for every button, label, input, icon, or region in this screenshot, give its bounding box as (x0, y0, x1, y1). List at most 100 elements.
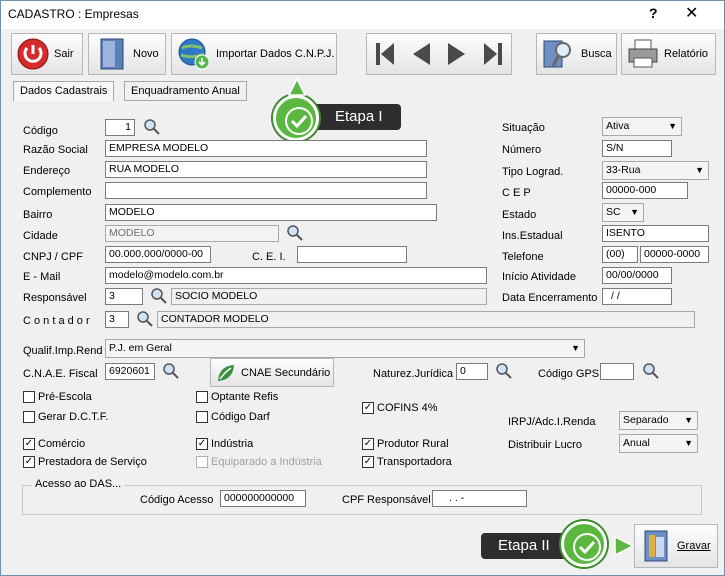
checkbox-prestadora-servico[interactable]: ✓ Prestadora de Serviço (23, 456, 147, 468)
codigo-field[interactable]: 1 (105, 119, 135, 136)
responsavel-label: Responsável (23, 292, 87, 304)
distribuir-lucro-select[interactable]: Anual ▼ (619, 434, 698, 453)
cpf-responsavel-field[interactable]: . . - (432, 490, 527, 507)
checkmark-icon (285, 107, 313, 135)
relatorio-button[interactable]: Relatório (621, 33, 716, 75)
contador-code-field[interactable]: 3 (105, 311, 129, 328)
chevron-down-icon: ▼ (571, 343, 580, 353)
ie-label: Ins.Estadual (502, 230, 563, 242)
globe-download-icon (178, 38, 210, 70)
search-icon[interactable] (150, 287, 168, 305)
tipo-lograd-value: 33-Rua (606, 164, 641, 176)
natureza-field[interactable]: 0 (456, 363, 488, 380)
numero-label: Número (502, 144, 542, 156)
tab-dados-cadastrais[interactable]: Dados Cadastrais (13, 81, 115, 101)
situacao-label: Situação (502, 122, 545, 134)
check-icon: ✓ (362, 402, 374, 414)
numero-field[interactable]: S/N (602, 140, 672, 157)
complemento-field[interactable] (105, 182, 427, 199)
close-button[interactable]: ✕ (685, 3, 698, 23)
checkbox-codigo-darf[interactable]: Código Darf (196, 411, 270, 423)
cnae-field[interactable]: 6920601 (105, 363, 155, 380)
estado-label: Estado (502, 209, 537, 221)
email-field[interactable]: modelo@modelo.com.br (105, 267, 487, 284)
checkbox-label: Código Darf (211, 411, 270, 423)
printer-icon (628, 39, 658, 68)
search-icon[interactable] (162, 362, 180, 380)
qualif-value: P.J. em Geral (109, 342, 172, 354)
help-button[interactable]: ? (649, 5, 658, 21)
checkbox-produtor-rural[interactable]: ✓ Produtor Rural (362, 438, 449, 450)
data-encerramento-field[interactable]: / / (602, 288, 672, 305)
gravar-button[interactable]: Gravar (634, 524, 718, 568)
navigation-group (366, 33, 512, 75)
last-record-icon[interactable] (481, 40, 505, 68)
power-icon (17, 38, 49, 70)
situacao-select[interactable]: Ativa ▼ (602, 117, 682, 136)
tab-enquadramento-anual[interactable]: Enquadramento Anual (124, 81, 247, 101)
checkbox-pre-escola[interactable]: Pré-Escola (23, 391, 92, 403)
importar-cnpj-button[interactable]: Importar Dados C.N.P.J. (171, 33, 337, 75)
search-icon[interactable] (136, 310, 154, 328)
estado-value: SC (606, 206, 621, 218)
contador-label: C o n t a d o r (23, 315, 90, 327)
natureza-label: Naturez.Jurídica (373, 368, 454, 380)
checkbox-box (23, 391, 35, 403)
window-title: CADASTRO : Empresas (8, 7, 139, 21)
checkbox-gerar-dctf[interactable]: Gerar D.C.T.F. (23, 411, 108, 423)
novo-button[interactable]: Novo (88, 33, 166, 75)
search-icon[interactable] (495, 362, 513, 380)
gravar-label: Gravar (677, 540, 711, 552)
search-icon[interactable] (143, 118, 161, 136)
checkbox-transportadora[interactable]: ✓ Transportadora (362, 456, 452, 468)
cei-field[interactable] (297, 246, 407, 263)
complemento-label: Complemento (23, 186, 92, 198)
search-icon[interactable] (642, 362, 660, 380)
qualif-select[interactable]: P.J. em Geral ▼ (105, 339, 585, 358)
checkbox-label: Equiparado a Indústria (211, 456, 322, 468)
codigo-acesso-field[interactable]: 000000000000 (220, 490, 306, 507)
tipo-lograd-select[interactable]: 33-Rua ▼ (602, 161, 709, 180)
cidade-field[interactable]: MODELO (105, 225, 279, 242)
previous-record-icon[interactable] (409, 40, 433, 68)
razao-social-field[interactable]: EMPRESA MODELO (105, 140, 427, 157)
inicio-atividade-field[interactable]: 00/00/0000 (602, 267, 672, 284)
check-icon: ✓ (23, 456, 35, 468)
cnae-label: C.N.A.E. Fiscal (23, 368, 98, 380)
leaf-icon (218, 364, 234, 381)
endereco-field[interactable]: RUA MODELO (105, 161, 427, 178)
checkbox-label: Optante Refis (211, 391, 279, 403)
codigo-label: Código (23, 125, 58, 137)
checkbox-cofins[interactable]: ✓ COFINS 4% (362, 402, 438, 414)
checkbox-label: Pré-Escola (38, 391, 92, 403)
first-record-icon[interactable] (373, 40, 397, 68)
situacao-value: Ativa (606, 120, 630, 132)
checkbox-industria[interactable]: ✓ Indústria (196, 438, 253, 450)
estado-select[interactable]: SC ▼ (602, 203, 644, 222)
cadastro-window: CADASTRO : Empresas ? ✕ Sair Novo Import… (0, 0, 725, 576)
ie-field[interactable]: ISENTO (602, 225, 709, 242)
telefone-number-field[interactable]: 00000-0000 (640, 246, 709, 263)
bairro-field[interactable]: MODELO (105, 204, 437, 221)
distribuir-lucro-value: Anual (623, 437, 650, 449)
telefone-label: Telefone (502, 251, 544, 263)
checkbox-label: COFINS 4% (377, 402, 438, 414)
check-icon: ✓ (362, 456, 374, 468)
save-icon (644, 530, 668, 562)
cnae-secundario-button[interactable]: CNAE Secundário (210, 358, 334, 387)
responsavel-code-field[interactable]: 3 (105, 288, 143, 305)
cep-field[interactable]: 00000-000 (602, 182, 688, 199)
telefone-ddd-field[interactable]: (00) (602, 246, 638, 263)
search-icon[interactable] (286, 224, 304, 242)
importar-label: Importar Dados C.N.P.J. (216, 48, 335, 60)
next-record-icon[interactable] (445, 40, 469, 68)
chevron-down-icon: ▼ (695, 165, 704, 175)
busca-button[interactable]: Busca (536, 33, 617, 75)
irpj-select[interactable]: Separado ▼ (619, 411, 698, 430)
inicio-atividade-label: Início Atividade (502, 271, 576, 283)
cnpj-field[interactable]: 00.000.000/0000-00 (105, 246, 211, 263)
checkbox-comercio[interactable]: ✓ Comércio (23, 438, 85, 450)
sair-button[interactable]: Sair (11, 33, 83, 75)
codigo-gps-field[interactable] (600, 363, 634, 380)
checkbox-optante-refis[interactable]: Optante Refis (196, 391, 278, 403)
